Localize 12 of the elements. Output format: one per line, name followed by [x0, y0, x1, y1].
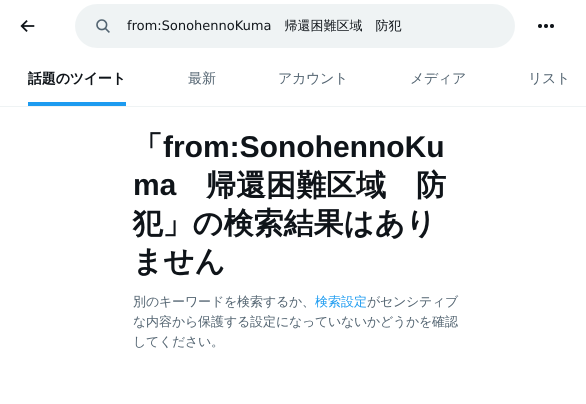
search-bar[interactable]: from:SonohennoKuma 帰還困難区域 防犯 [75, 4, 515, 48]
more-icon [537, 23, 555, 29]
empty-state-title: 「from:SonohennoKuma 帰還困難区域 防犯」の検索結果はありません [133, 130, 448, 280]
search-tab[interactable]: 話題のツイート [28, 52, 126, 106]
search-tab[interactable]: メディア [410, 52, 466, 106]
search-tab[interactable]: 最新 [188, 52, 216, 106]
empty-state-text: 別のキーワードを検索するか、検索設定がセンシティブな内容から保護する設定になっていないかどうかを確認してください。 [133, 294, 460, 352]
back-arrow-icon [19, 17, 37, 35]
search-tab[interactable]: アカウント [278, 52, 348, 106]
search-icon [95, 18, 111, 34]
search-tab[interactable]: リスト [528, 52, 570, 106]
search-input[interactable]: from:SonohennoKuma 帰還困難区域 防犯 [127, 18, 499, 34]
